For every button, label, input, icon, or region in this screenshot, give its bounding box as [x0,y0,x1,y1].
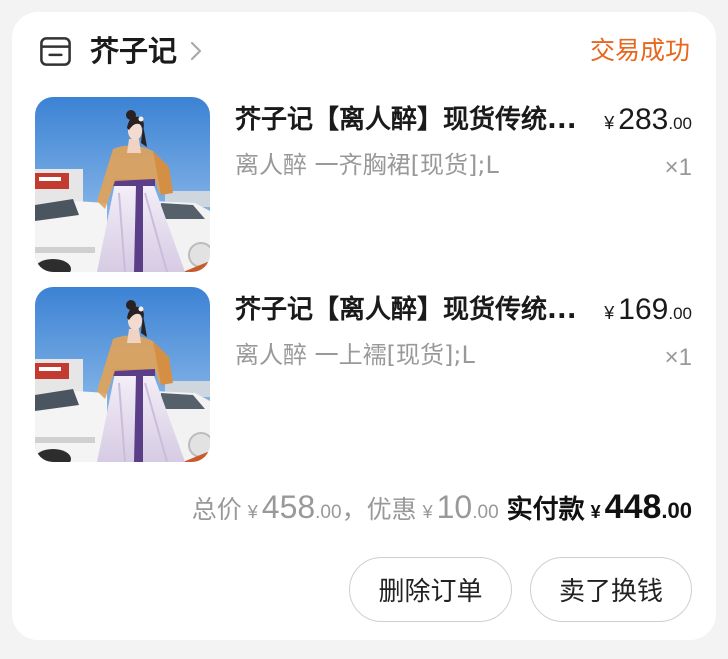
product-image[interactable] [35,97,210,272]
chevron-right-icon [190,41,202,61]
product-quantity: ×1 [664,154,692,181]
discount-decimal: .00 [472,502,499,523]
product-variant: 离人醉 一上襦[现货];L [235,341,475,369]
total-amount: ¥458.00 [242,489,342,525]
order-summary: 总价 ¥458.00，优惠 ¥10.00 实付款 ¥448.00 [192,485,692,535]
product-price: ¥169.00 [604,292,692,333]
product-variant: 离人醉 一齐胸裙[现货];L [235,151,499,179]
product-image[interactable] [35,287,210,462]
shop-link[interactable]: 芥子记 [38,30,202,72]
paid-currency: ¥ [590,502,601,522]
price-decimal: .00 [668,114,692,133]
delete-order-button[interactable]: 删除订单 [349,557,512,622]
order-card[interactable]: 芥子记 交易成功 芥子记【离人醉】现货传统... ¥283.00 离人醉 一齐胸… [12,12,716,640]
discount-label: 优惠 [366,495,417,524]
order-item[interactable]: 芥子记【离人醉】现货传统... ¥283.00 离人醉 一齐胸裙[现货];L ×… [35,97,692,272]
discount-amount: ¥10.00 [417,489,499,525]
order-item[interactable]: 芥子记【离人醉】现货传统... ¥169.00 离人醉 一上襦[现货];L ×1 [35,287,692,462]
discount-integer: 10 [436,489,473,525]
store-icon [38,34,73,69]
price-decimal: .00 [668,304,692,323]
price-integer: 169 [618,293,669,326]
order-status: 交易成功 [589,36,690,65]
shop-name: 芥子记 [90,34,178,68]
paid-integer: 448 [604,488,662,526]
product-quantity: ×1 [664,344,692,371]
total-integer: 458 [261,489,316,525]
resell-button[interactable]: 卖了换钱 [530,557,692,622]
paid-decimal: .00 [661,498,692,523]
summary-separator: ， [341,495,367,524]
total-label: 总价 [191,495,242,524]
total-decimal: .00 [315,502,342,523]
paid-label: 实付款 [506,495,585,525]
product-title[interactable]: 芥子记【离人醉】现货传统... [235,292,577,328]
product-title[interactable]: 芥子记【离人醉】现货传统... [235,102,577,138]
total-currency: ¥ [247,502,258,522]
discount-currency: ¥ [422,502,433,522]
price-integer: 283 [618,103,669,136]
price-currency: ¥ [604,303,615,323]
paid-amount: ¥448.00 [585,488,692,526]
product-price: ¥283.00 [604,102,692,143]
price-currency: ¥ [604,113,615,133]
